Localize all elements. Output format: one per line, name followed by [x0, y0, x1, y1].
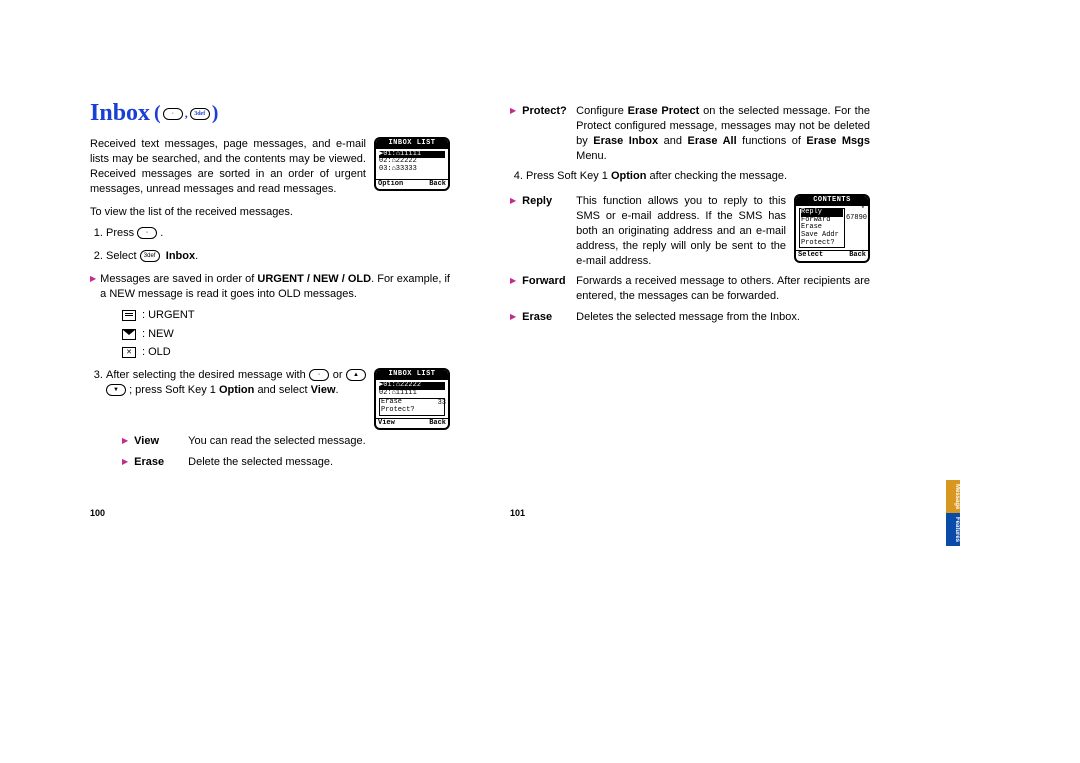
triangle-icon: ▶	[122, 436, 128, 449]
page-number-left: 100	[90, 508, 105, 518]
step4-c: after checking the message.	[646, 170, 787, 182]
screen1-row3: 03:⌂33333	[379, 166, 445, 174]
steps-list-left: Press ◦ . Select 3def Inbox. ▶ Messages …	[90, 226, 450, 470]
protect-label: Protect?	[522, 104, 570, 163]
lead-text: To view the list of the received message…	[90, 206, 450, 218]
screen3-header: CONTENTS	[796, 196, 868, 206]
screen2-softkey-left: View	[378, 420, 395, 428]
screen1-header: INBOX LIST	[376, 139, 448, 149]
title-text: Inbox	[90, 100, 150, 127]
screen3-protect: Protect?	[801, 240, 843, 248]
old-legend: : OLD	[122, 345, 450, 360]
page-number-right: 101	[510, 508, 525, 518]
triangle-icon: ▶	[510, 106, 516, 163]
old-label: : OLD	[142, 345, 171, 360]
nav-key-icon: ◦	[309, 369, 329, 381]
step-4: Press Soft Key 1 Option after checking t…	[526, 169, 870, 325]
view-text: You can read the selected message.	[188, 434, 450, 449]
inbox-list-screen-1: INBOX LIST ▶01:⌂11111 02:⌂22222 03:⌂3333…	[374, 137, 450, 191]
step2-post: .	[195, 250, 198, 262]
three-key-icon: 3def	[140, 250, 160, 262]
steps-list-right: Press Soft Key 1 Option after checking t…	[510, 169, 870, 325]
screen2-header: INBOX LIST	[376, 370, 448, 380]
page-right: ▶ Protect? Configure Erase Protect on th…	[510, 100, 870, 478]
new-legend: : NEW	[122, 327, 450, 342]
step2-pre: Select	[106, 250, 140, 262]
step-2: Select 3def Inbox. ▶ Messages are saved …	[106, 249, 450, 360]
step-3: INBOX LIST ▶01:⌂22222 02:⌂11111 Erase Pr…	[106, 368, 450, 470]
screen1-softkey-right: Back	[429, 181, 446, 189]
step4-b: Option	[611, 170, 646, 182]
urgent-legend: : URGENT	[122, 308, 450, 323]
inbox-list-screen-2: INBOX LIST ▶01:⌂22222 02:⌂11111 Erase Pr…	[374, 368, 450, 430]
step3-b: or	[333, 369, 346, 381]
tab-features: Features	[946, 513, 960, 546]
erase-text-right: Deletes the selected message from the In…	[576, 310, 870, 325]
step1-pre: Press	[106, 227, 137, 239]
erase-label: Erase	[134, 455, 182, 470]
tab-message: Message	[946, 480, 960, 513]
triangle-icon: ▶	[90, 274, 96, 302]
triangle-icon: ▶	[510, 312, 516, 325]
step-1: Press ◦ .	[106, 226, 450, 241]
reply-text: CONTENTS Reply Forward Erase Save Addr P…	[576, 194, 870, 268]
step2-label: Inbox	[166, 250, 195, 262]
urgent-label: : URGENT	[142, 308, 195, 323]
triangle-icon: ▶	[122, 457, 128, 470]
down-key-icon: ▼	[106, 384, 126, 396]
erase-label-right: Erase	[522, 310, 570, 325]
screen3-side2: 67890	[846, 215, 867, 223]
forward-text: Forwards a received message to others. A…	[576, 274, 870, 304]
step4-a: Press Soft Key 1	[526, 170, 611, 182]
step3-c: ; press Soft Key 1	[129, 384, 219, 396]
screen2-tail: 33	[438, 400, 446, 408]
nav-key-icon: ◦	[163, 108, 183, 120]
forward-label: Forward	[522, 274, 570, 304]
screen2-row2: 02:⌂11111	[379, 390, 445, 398]
erase-text: Delete the selected message.	[188, 455, 450, 470]
reply-label: Reply	[522, 194, 570, 268]
section-title: Inbox ( ◦ , 3def )	[90, 100, 450, 127]
screen2-menu-protect: Protect?	[381, 407, 443, 415]
old-icon	[122, 347, 136, 358]
new-icon	[122, 329, 136, 340]
contents-screen: CONTENTS Reply Forward Erase Save Addr P…	[794, 194, 870, 263]
triangle-icon: ▶	[510, 196, 516, 268]
protect-text: Configure Erase Protect on the selected …	[576, 104, 870, 163]
nav-key-icon: ◦	[137, 227, 157, 239]
step3-bold: Option	[219, 384, 254, 396]
title-icons: ( ◦ , 3def )	[154, 102, 218, 125]
screen3-softkey-right: Back	[849, 252, 866, 260]
three-key-icon: 3def	[190, 108, 210, 120]
step1-post: .	[160, 227, 163, 239]
view-label: View	[134, 434, 182, 449]
screen2-softkey-right: Back	[429, 420, 446, 428]
note-text: Messages are saved in order of URGENT / …	[100, 272, 450, 302]
step3-bold2: View	[311, 384, 336, 396]
chapter-tab: Message Features	[946, 480, 960, 590]
up-key-icon: ▲	[346, 369, 366, 381]
step3-d: and select	[257, 384, 310, 396]
step3-e: .	[336, 384, 339, 396]
new-label: : NEW	[142, 327, 174, 342]
screen3-softkey-left: Select	[798, 252, 823, 260]
screen1-softkey-left: Option	[378, 181, 403, 189]
triangle-icon: ▶	[510, 276, 516, 304]
step3-a: After selecting the desired message with	[106, 369, 309, 381]
page-left: Inbox ( ◦ , 3def ) INBOX LIST ▶01:⌂11111…	[90, 100, 450, 478]
urgent-icon	[122, 310, 136, 321]
